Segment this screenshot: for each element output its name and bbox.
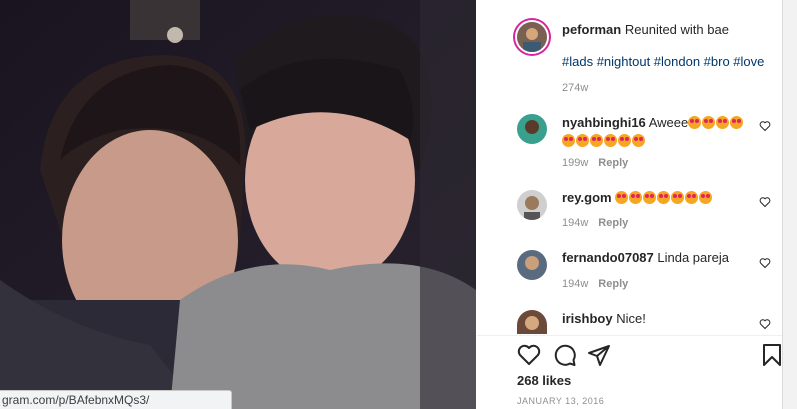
- like-comment-icon[interactable]: [759, 196, 771, 208]
- like-comment-icon[interactable]: [759, 120, 771, 132]
- heart-icon[interactable]: [517, 343, 541, 367]
- photo-illustration: [0, 0, 476, 409]
- avatar[interactable]: [517, 114, 547, 144]
- comment-icon[interactable]: [553, 343, 577, 367]
- comment-item: nyahbinghi16 Aweee: [562, 114, 752, 150]
- comment-username[interactable]: nyahbinghi16: [562, 115, 646, 130]
- post-date: JANUARY 13, 2016: [517, 396, 605, 406]
- comment-text: Nice!: [616, 311, 646, 326]
- post-caption: peforman Reunited with bae: [562, 22, 729, 37]
- hashtags[interactable]: #lads #nightout #london #bro #love: [562, 54, 764, 69]
- avatar[interactable]: [517, 190, 547, 220]
- comment-username[interactable]: rey.gom: [562, 190, 612, 205]
- reply-button[interactable]: Reply: [598, 217, 628, 229]
- post-age: 274w: [562, 82, 589, 94]
- avatar-image: [517, 22, 547, 52]
- reply-button[interactable]: Reply: [598, 157, 628, 169]
- comment-age: 194w: [562, 217, 589, 229]
- comment-age: 194w: [562, 278, 589, 290]
- divider: [477, 335, 782, 336]
- post-photo[interactable]: [0, 0, 476, 409]
- caption-text: Reunited with bae: [624, 22, 729, 37]
- comment-age: 199w: [562, 157, 589, 169]
- comment-username[interactable]: irishboy: [562, 311, 613, 326]
- comment-meta: 194w Reply: [562, 278, 628, 290]
- comment-text: Linda pareja: [657, 250, 729, 265]
- status-bar-url: gram.com/p/BAfebnxMQs3/: [0, 390, 232, 409]
- comment-meta: 194w Reply: [562, 217, 628, 229]
- avatar[interactable]: [517, 310, 547, 334]
- bookmark-icon[interactable]: [761, 343, 783, 367]
- post-username[interactable]: peforman: [562, 22, 621, 37]
- comment-username[interactable]: fernando07087: [562, 250, 654, 265]
- scrollbar[interactable]: [782, 0, 797, 409]
- avatar[interactable]: [517, 250, 547, 280]
- like-comment-icon[interactable]: [759, 318, 771, 330]
- reply-button[interactable]: Reply: [598, 278, 628, 290]
- comment-text: Aweee: [648, 115, 689, 130]
- avatar[interactable]: [517, 22, 547, 52]
- like-count[interactable]: 268 likes: [517, 373, 571, 388]
- comment-meta: 199w Reply: [562, 157, 628, 169]
- like-comment-icon[interactable]: [759, 257, 771, 269]
- post-side-panel: peforman Reunited with bae #lads #nighto…: [477, 0, 782, 409]
- share-icon[interactable]: [587, 343, 611, 367]
